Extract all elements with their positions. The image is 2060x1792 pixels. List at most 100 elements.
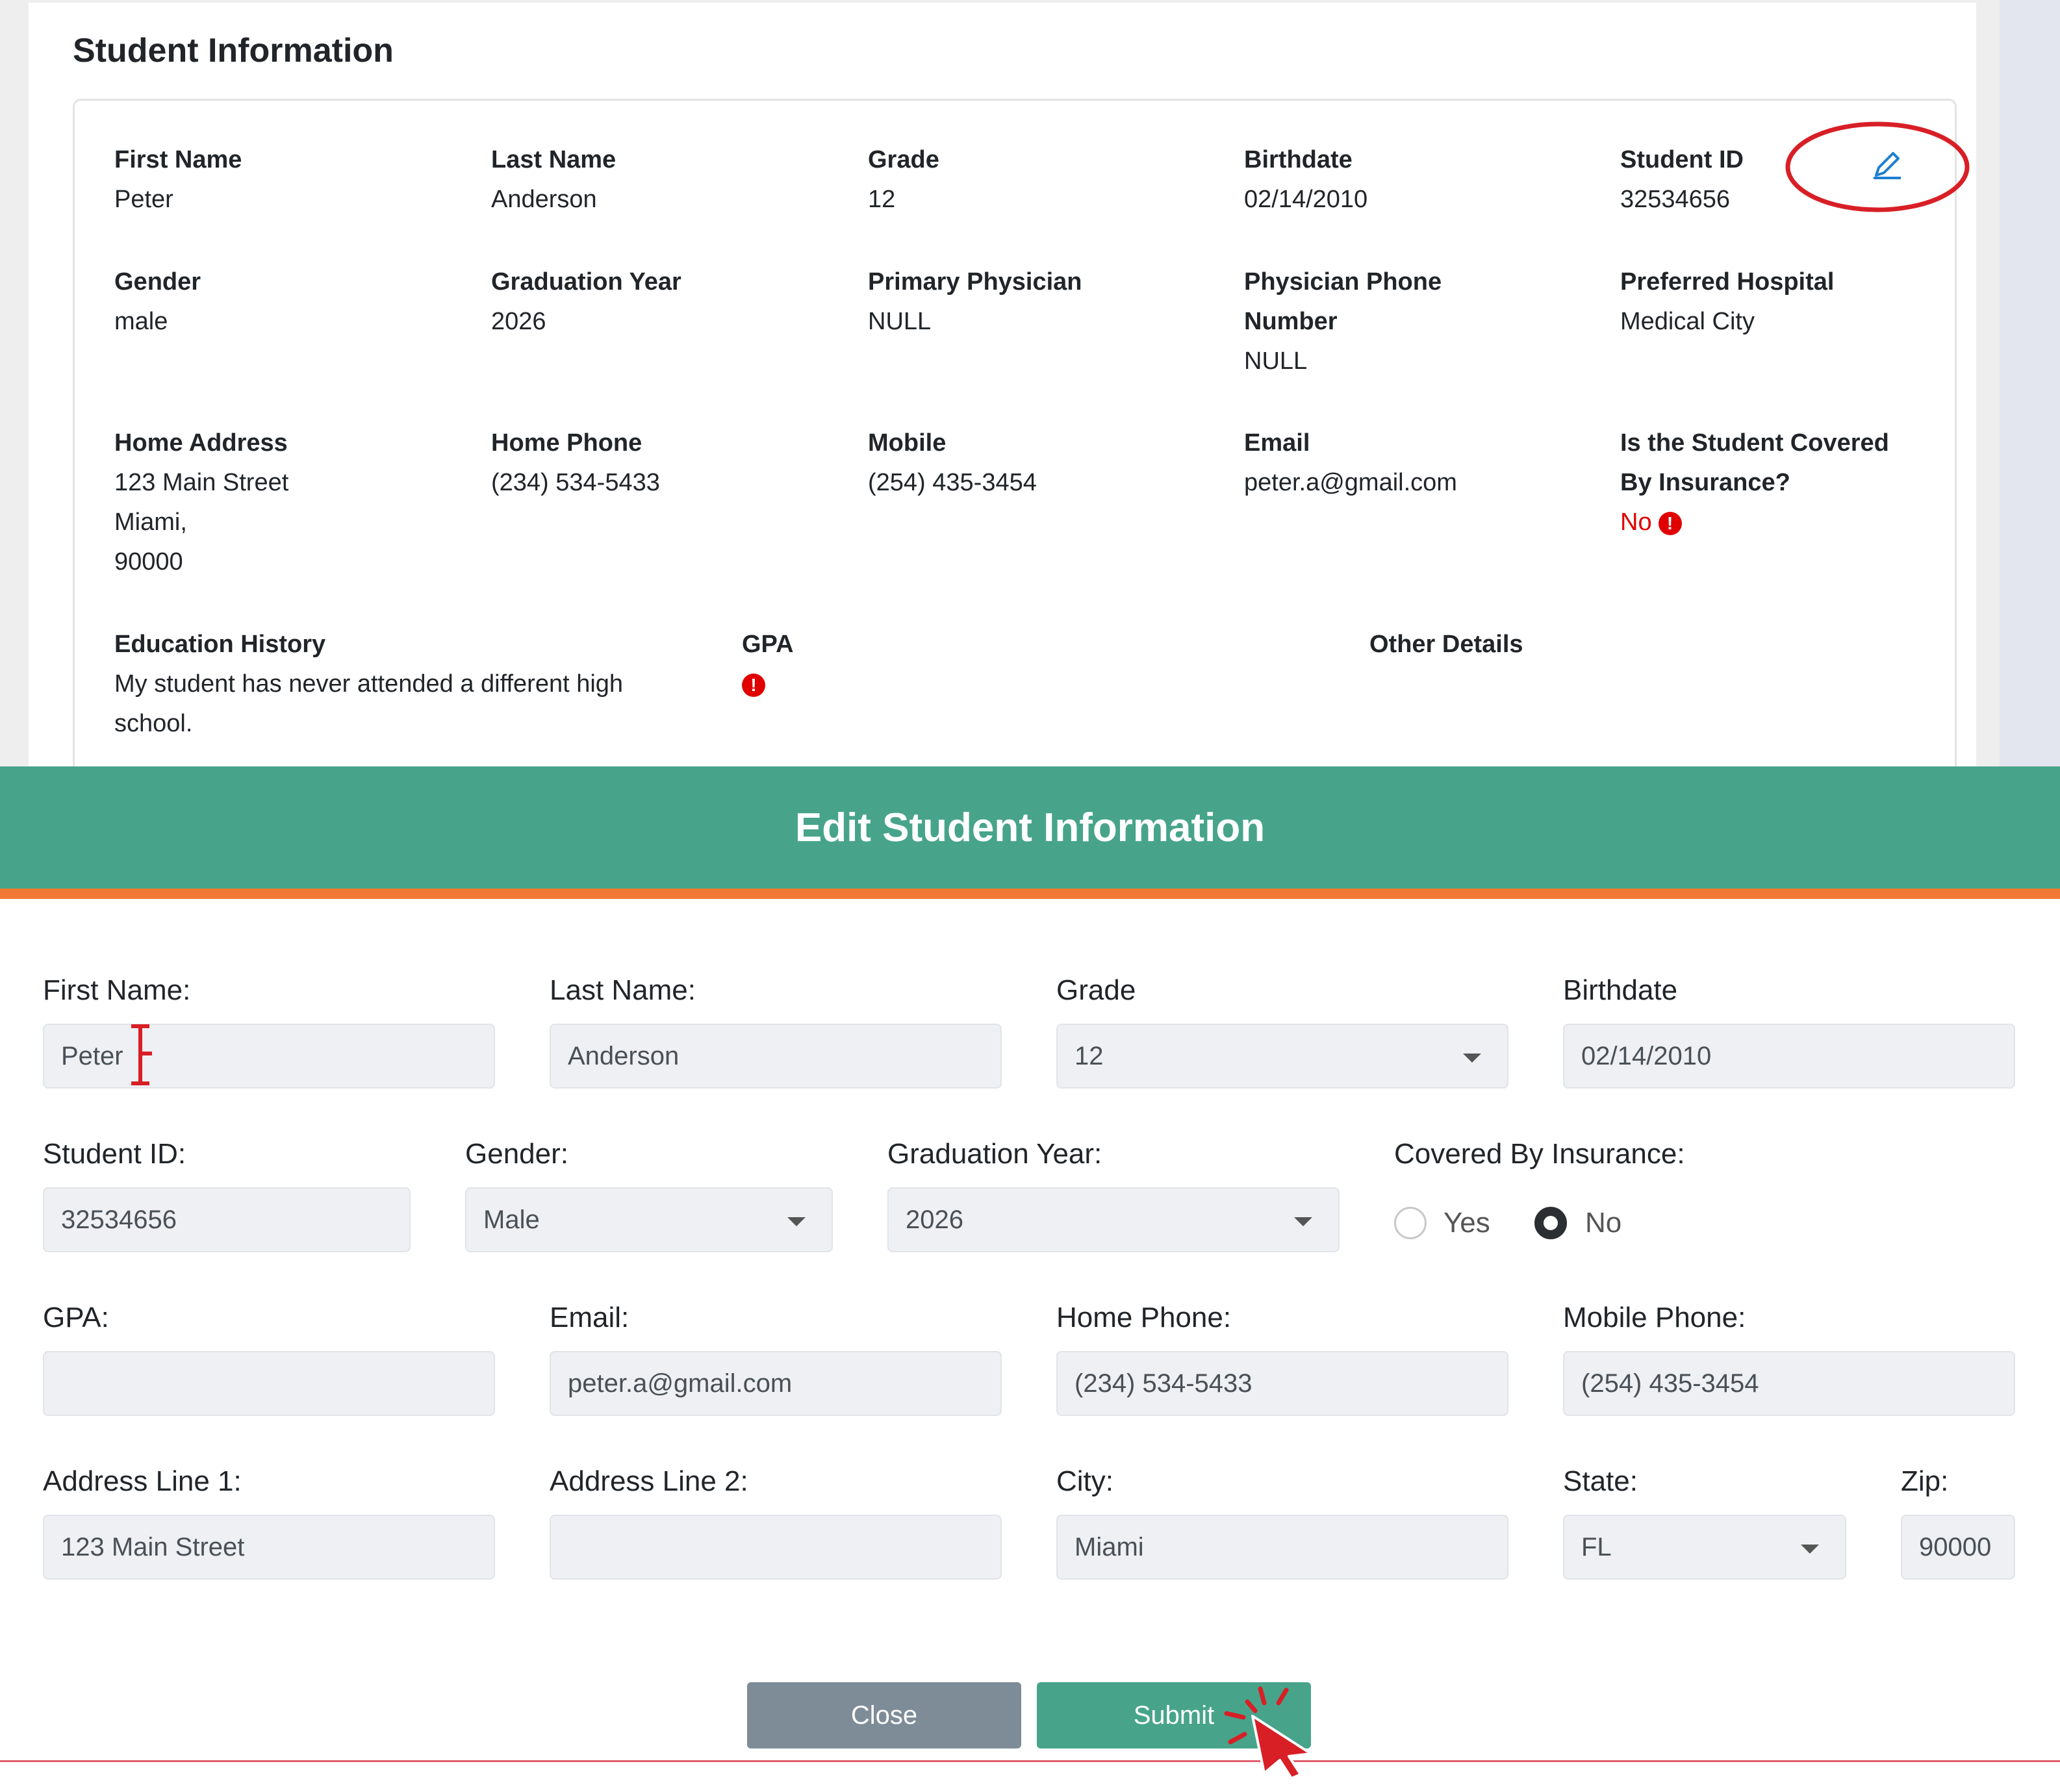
value: 2026 bbox=[491, 308, 546, 335]
label: By Insurance? bbox=[1620, 469, 1790, 496]
insurance-yes-label: Yes bbox=[1443, 1207, 1490, 1239]
email-input[interactable]: peter.a@gmail.com bbox=[550, 1351, 1002, 1416]
gender-select[interactable]: Male bbox=[465, 1187, 833, 1252]
insurance-value: No bbox=[1620, 509, 1652, 536]
home-phone-input[interactable]: (234) 534-5433 bbox=[1056, 1351, 1508, 1416]
label: Physician Phone bbox=[1244, 268, 1442, 296]
value: peter.a@gmail.com bbox=[1244, 469, 1457, 496]
label: Preferred Hospital bbox=[1620, 268, 1835, 296]
birthdate-label: Birthdate bbox=[1563, 974, 1678, 1006]
info-gpa: GPA ! bbox=[742, 625, 794, 704]
modal-title: Edit Student Information bbox=[795, 805, 1265, 850]
value: NULL bbox=[868, 308, 932, 335]
value: NULL bbox=[1244, 347, 1308, 375]
label: GPA bbox=[742, 631, 794, 658]
graduation-year-select[interactable]: 2026 bbox=[887, 1187, 1340, 1252]
value: school. bbox=[114, 710, 193, 737]
text-cursor-icon bbox=[131, 1024, 152, 1085]
info-other-details: Other Details bbox=[1369, 625, 1523, 664]
insurance-no-label: No bbox=[1585, 1207, 1622, 1239]
label: Grade bbox=[868, 146, 939, 173]
info-student-id: Student ID 32534656 bbox=[1620, 140, 1744, 220]
home-phone-label: Home Phone: bbox=[1056, 1302, 1232, 1333]
info-insurance: Is the Student Covered By Insurance? No! bbox=[1620, 423, 1889, 542]
address-line-2-input[interactable] bbox=[550, 1515, 1002, 1580]
info-last-name: Last Name Anderson bbox=[491, 140, 616, 220]
dropdown-caret-icon bbox=[1463, 1054, 1481, 1063]
state-selected-value: FL bbox=[1581, 1533, 1612, 1561]
label: Education History bbox=[114, 631, 326, 658]
label: Student ID bbox=[1620, 146, 1744, 173]
info-graduation-year: Graduation Year 2026 bbox=[491, 262, 681, 342]
info-preferred-hospital: Preferred Hospital Medical City bbox=[1620, 262, 1834, 342]
info-home-phone: Home Phone (234) 534-5433 bbox=[491, 423, 660, 503]
label: Home Address bbox=[114, 429, 288, 457]
student-id-input[interactable]: 32534656 bbox=[43, 1187, 411, 1252]
label: Birthdate bbox=[1244, 146, 1353, 173]
value: 02/14/2010 bbox=[1244, 186, 1368, 213]
value-row: ! bbox=[742, 664, 794, 704]
header-accent-bar bbox=[0, 889, 2060, 899]
label: First Name bbox=[114, 146, 242, 173]
info-home-address: Home Address 123 Main Street Miami, 9000… bbox=[114, 423, 288, 582]
first-name-input[interactable]: Peter bbox=[43, 1024, 495, 1089]
address-line: 123 Main Street bbox=[114, 469, 289, 496]
click-pointer-icon bbox=[1224, 1686, 1312, 1780]
dropdown-caret-icon bbox=[1294, 1217, 1312, 1226]
student-info-area: Student Information First Name Peter Las… bbox=[0, 0, 2060, 766]
dropdown-caret-icon bbox=[1801, 1545, 1819, 1554]
close-button[interactable]: Close bbox=[747, 1682, 1021, 1748]
state-select[interactable]: FL bbox=[1563, 1515, 1846, 1580]
email-label: Email: bbox=[550, 1302, 629, 1333]
value: Peter bbox=[114, 186, 173, 213]
edit-pencil-icon[interactable] bbox=[1871, 148, 1903, 181]
address-line-2-label: Address Line 2: bbox=[550, 1465, 748, 1497]
page-title: Student Information bbox=[73, 32, 394, 69]
info-physician-phone: Physician Phone Number NULL bbox=[1244, 262, 1442, 381]
zip-label: Zip: bbox=[1901, 1465, 1949, 1497]
gender-label: Gender: bbox=[465, 1138, 568, 1170]
grade-label: Grade bbox=[1056, 974, 1136, 1006]
info-birthdate: Birthdate 02/14/2010 bbox=[1244, 140, 1367, 220]
gpa-input[interactable] bbox=[43, 1351, 495, 1416]
label: Number bbox=[1244, 308, 1338, 335]
last-name-input[interactable]: Anderson bbox=[550, 1024, 1002, 1089]
insurance-no-radio[interactable] bbox=[1534, 1207, 1567, 1239]
graduation-year-label: Graduation Year: bbox=[887, 1138, 1102, 1170]
info-mobile: Mobile (254) 435-3454 bbox=[868, 423, 1037, 503]
address-line: Miami, bbox=[114, 509, 187, 536]
value: My student has never attended a differen… bbox=[114, 670, 624, 698]
label: Graduation Year bbox=[491, 268, 681, 296]
value: Medical City bbox=[1620, 308, 1755, 335]
label: Mobile bbox=[868, 429, 947, 457]
address-line-1-label: Address Line 1: bbox=[43, 1465, 242, 1497]
label: Other Details bbox=[1369, 631, 1523, 658]
dropdown-caret-icon bbox=[787, 1217, 806, 1226]
city-label: City: bbox=[1056, 1465, 1113, 1497]
label: Gender bbox=[114, 268, 201, 296]
address-line-1-input[interactable]: 123 Main Street bbox=[43, 1515, 495, 1580]
scrollbar-track[interactable] bbox=[2000, 0, 2060, 766]
label: Last Name bbox=[491, 146, 617, 173]
grade-selected-value: 12 bbox=[1075, 1042, 1104, 1070]
modal-header: Edit Student Information bbox=[0, 766, 2060, 889]
grade-select[interactable]: 12 bbox=[1056, 1024, 1508, 1089]
value: Anderson bbox=[491, 186, 597, 213]
info-primary-physician: Primary Physician NULL bbox=[868, 262, 1082, 342]
city-input[interactable]: Miami bbox=[1056, 1515, 1508, 1580]
birthdate-input[interactable]: 02/14/2010 bbox=[1563, 1024, 2015, 1089]
label: Home Phone bbox=[491, 429, 642, 457]
gender-selected-value: Male bbox=[483, 1205, 540, 1234]
last-name-label: Last Name: bbox=[550, 974, 696, 1006]
insurance-yes-radio[interactable] bbox=[1394, 1207, 1427, 1239]
label: Is the Student Covered bbox=[1620, 429, 1889, 457]
zip-input[interactable]: 90000 bbox=[1901, 1515, 2015, 1580]
student-id-label: Student ID: bbox=[43, 1138, 186, 1170]
mobile-phone-input[interactable]: (254) 435-3454 bbox=[1563, 1351, 2015, 1416]
value-row: No! bbox=[1620, 503, 1889, 542]
mobile-phone-label: Mobile Phone: bbox=[1563, 1302, 1746, 1333]
gpa-label: GPA: bbox=[43, 1302, 109, 1333]
state-label: State: bbox=[1563, 1465, 1638, 1497]
value: 32534656 bbox=[1620, 186, 1731, 213]
value: (234) 534-5433 bbox=[491, 469, 660, 496]
